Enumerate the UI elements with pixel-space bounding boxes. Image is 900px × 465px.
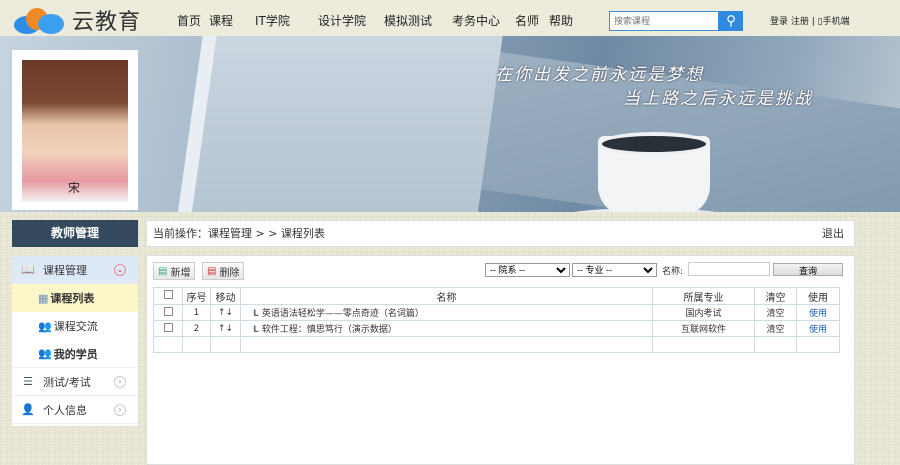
use-link[interactable]: 使用 — [796, 304, 840, 321]
course-major: 国内考试 — [652, 304, 755, 321]
department-select[interactable]: -- 院系 -- — [485, 263, 570, 277]
banner-cup-top — [598, 132, 710, 156]
logout-link[interactable]: 退出 — [822, 221, 844, 247]
nav-help[interactable]: 帮助 — [549, 12, 573, 29]
sidebar-sub-my-students[interactable]: 👥 我的学员 — [12, 340, 138, 368]
clear-link[interactable]: 清空 — [754, 320, 797, 337]
delete-icon: ▤ — [207, 265, 217, 277]
sidebar-title: 教师管理 — [12, 220, 138, 247]
nav-courses[interactable]: 课程 — [209, 12, 233, 29]
teacher-name: 宋 — [68, 181, 81, 195]
logo-text: 云教育 — [72, 10, 142, 35]
auth-links[interactable]: 登录 注册 | ▯手机端 — [770, 14, 850, 27]
chevron-down-icon: ⌄ — [114, 263, 126, 276]
nav-exam-center[interactable]: 考务中心 — [452, 12, 500, 29]
move-arrows[interactable]: ↑↓ — [210, 304, 241, 321]
sidebar-sub-label: 课程交流 — [53, 320, 98, 333]
col-name: 名称 — [240, 287, 653, 305]
col-no: 序号 — [182, 287, 211, 305]
book-icon: 📖 — [21, 263, 35, 276]
sidebar-sub-label: 我的学员 — [53, 347, 98, 361]
row-checkbox[interactable] — [163, 306, 173, 316]
sidebar-item-tests[interactable]: ☰ 测试/考试 › — [12, 368, 138, 396]
add-label: 新增 — [170, 267, 191, 279]
delete-button[interactable]: ▤ 删除 — [202, 262, 245, 280]
banner-quote-1: 在你出发之前永远是梦想 — [495, 65, 704, 85]
chevron-right-icon: › — [114, 375, 126, 388]
avatar-card: 宋 — [12, 50, 138, 210]
major-select[interactable]: -- 专业 -- — [572, 263, 657, 277]
table-empty-row — [153, 336, 840, 353]
row-no: 2 — [182, 320, 211, 337]
clear-link[interactable]: 清空 — [754, 304, 797, 321]
col-use: 使用 — [796, 287, 840, 305]
col-move: 移动 — [210, 287, 241, 305]
logo[interactable]: 云教育 — [12, 4, 141, 36]
sidebar-item-label: 测试/考试 — [43, 375, 91, 389]
sidebar-item-label: 个人信息 — [43, 403, 87, 417]
avatar[interactable]: 宋 — [22, 60, 128, 202]
user-icon: 👤 — [21, 403, 35, 416]
col-clear: 清空 — [754, 287, 797, 305]
nav-design-college[interactable]: 设计学院 — [318, 12, 366, 29]
row-checkbox[interactable] — [163, 322, 173, 332]
banner-laptop — [175, 36, 505, 212]
breadcrumb: 当前操作：课程管理 > > 课程列表 退出 — [146, 220, 855, 247]
search-button[interactable]: ⚲ — [719, 11, 743, 31]
sidebar-item-profile[interactable]: 👤 个人信息 › — [12, 396, 138, 424]
sidebar-item-course-management[interactable]: 📖 课程管理 ⌄ — [12, 256, 138, 284]
add-icon: ▤ — [158, 265, 168, 277]
sidebar-menu: 📖 课程管理 ⌄ ▦ 课程列表 👥 课程交流 👥 我的学员 ☰ 测试/考试 › … — [12, 256, 138, 426]
sidebar-item-label: 课程管理 — [43, 263, 87, 277]
move-arrows[interactable]: ↑↓ — [210, 320, 241, 337]
users-icon: 👥 — [38, 347, 52, 360]
nav-it-college[interactable]: IT学院 — [255, 12, 290, 29]
use-link[interactable]: 使用 — [796, 320, 840, 337]
name-input[interactable] — [688, 262, 770, 276]
course-table: 序号 移动 名称 所属专业 清空 使用 1 ↑↓ L 英语语法轻松学——零点奇迹… — [153, 287, 840, 353]
banner-quote-2: 当上路之后永远是挑战 — [623, 89, 813, 109]
table-row: 2 ↑↓ L 软件工程：慎思笃行（演示数据） 互联网软件 清空 使用 — [153, 320, 840, 337]
nav-home[interactable]: 首页 — [177, 12, 201, 29]
name-label: 名称: — [662, 267, 684, 277]
select-all-checkbox[interactable] — [163, 290, 173, 299]
grid-icon: ▦ — [38, 291, 49, 305]
row-no: 1 — [182, 304, 211, 321]
nav-mock-test[interactable]: 模拟测试 — [384, 12, 432, 29]
course-name: 软件工程：慎思笃行（演示数据） — [261, 325, 397, 335]
table-row: 1 ↑↓ L 英语语法轻松学——零点奇迹（名词篇） 国内考试 清空 使用 — [153, 304, 840, 321]
sidebar-sub-course-list[interactable]: ▦ 课程列表 — [12, 284, 138, 312]
search-icon: ⚲ — [726, 13, 736, 28]
table-header-row: 序号 移动 名称 所属专业 清空 使用 — [153, 287, 840, 305]
chevron-right-icon: › — [114, 403, 126, 416]
sidebar-sub-course-discussion[interactable]: 👥 课程交流 — [12, 312, 138, 340]
users-icon: 👥 — [38, 319, 52, 333]
search-bar: ⚲ — [609, 11, 743, 31]
search-input[interactable] — [609, 11, 719, 31]
tree-branch-icon: L — [253, 325, 262, 335]
list-icon: ☰ — [23, 375, 33, 388]
breadcrumb-text: 当前操作：课程管理 > > 课程列表 — [153, 227, 325, 240]
tree-branch-icon: L — [253, 309, 262, 319]
course-name: 英语语法轻松学——零点奇迹（名词篇） — [261, 309, 424, 319]
top-header: 云教育 首页 课程 IT学院 设计学院 模拟测试 考务中心 名师 帮助 ⚲ 登录… — [0, 0, 900, 36]
course-major: 互联网软件 — [652, 320, 755, 337]
col-major: 所属专业 — [652, 287, 755, 305]
nav-teachers[interactable]: 名师 — [515, 12, 539, 29]
delete-label: 删除 — [219, 267, 240, 279]
cloud-logo-icon — [12, 6, 70, 34]
query-button[interactable]: 查询 — [773, 263, 843, 276]
add-button[interactable]: ▤ 新增 — [153, 262, 196, 280]
sidebar-sub-label: 课程列表 — [50, 292, 95, 305]
